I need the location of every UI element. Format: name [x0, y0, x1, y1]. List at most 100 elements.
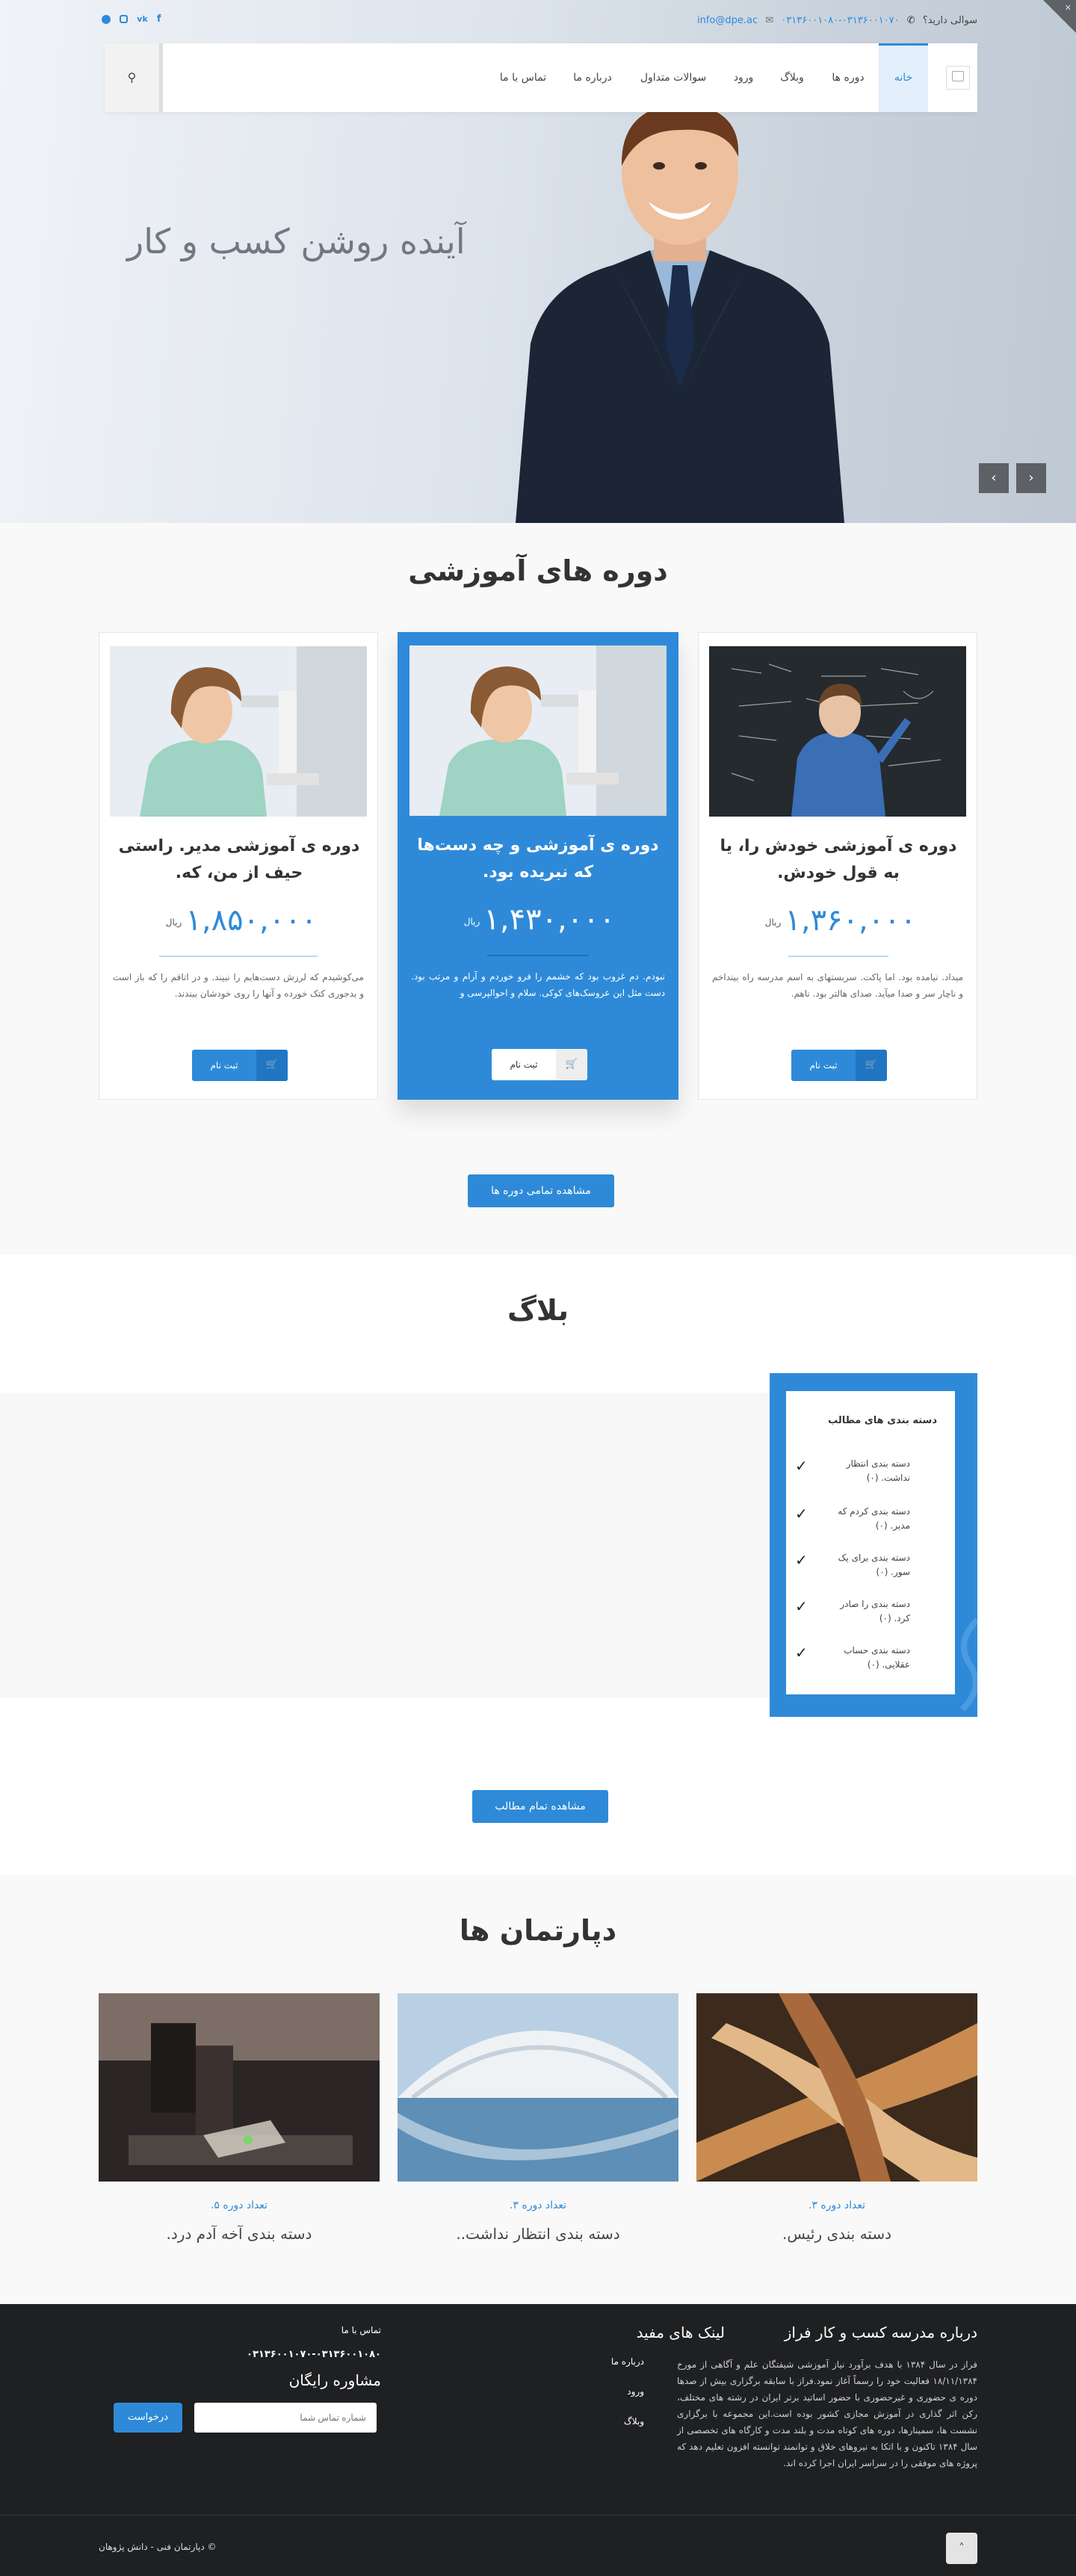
consult-request-button[interactable]: درخواست — [114, 2403, 182, 2433]
category-item[interactable]: دسته بندی حساب عقلایی. (۰) — [828, 1644, 910, 1672]
category-item[interactable]: دسته بندی کردم که مدیر. (۰) — [828, 1505, 910, 1533]
register-button-label: ثبت نام — [510, 1059, 538, 1070]
course-description: میداد. نیامده بود. اما پاکت. سربستهای به… — [712, 972, 963, 999]
footer-links-title: لینک های مفید — [636, 2323, 725, 2341]
course-title[interactable]: دوره ی آموزشی خودش را، یا به قول خودش. — [717, 833, 960, 887]
blog-title: بلاگ — [507, 1294, 569, 1327]
check-icon: ✓ — [795, 1457, 808, 1475]
courses-title: دوره های آموزشی — [408, 554, 668, 587]
search-button[interactable]: ⚲ — [105, 43, 163, 112]
close-icon[interactable]: ✕ — [1065, 3, 1072, 13]
question-label: سوالی دارید؟ — [922, 15, 977, 26]
check-icon: ✓ — [795, 1551, 808, 1569]
contact-strip: سوالی دارید؟ ✆ ۰۳۱۳۶۰۰۱۰۷۰-۰۳۱۳۶۰۰۱۰۸۰ ✉… — [697, 15, 977, 26]
footer-contact-phones[interactable]: ۰۳۱۳۶۰۰۱۰۷۰-۰۳۱۳۶۰۰۱۰۸۰ — [232, 2349, 381, 2360]
vk-icon[interactable]: vk — [137, 14, 148, 24]
course-price: ۱,۸۵۰,۰۰۰ — [185, 903, 318, 938]
scroll-to-top-button[interactable]: ˄ — [946, 2533, 977, 2564]
telegram-icon[interactable] — [102, 14, 111, 24]
footer-link-login[interactable]: ورود — [575, 2386, 644, 2397]
category-item[interactable]: دسته بندی انتظار نداشت. (۰) — [828, 1457, 910, 1485]
course-price-block: ۱,۴۳۰,۰۰۰ ریال — [457, 902, 622, 940]
category-item[interactable]: دسته بندی برای یک سور. (۰) — [828, 1551, 910, 1579]
course-price: ۱,۴۳۰,۰۰۰ — [483, 902, 616, 937]
mail-icon: ✉ — [765, 15, 774, 26]
categories-title: دسته بندی های مطالب — [828, 1415, 937, 1426]
categories-panel: دسته بندی های مطالب دسته بندی انتظار ندا… — [786, 1391, 955, 1694]
footer-contact-label: تماس با ما — [341, 2325, 381, 2335]
blog-posts-area — [0, 1393, 777, 1697]
register-button[interactable]: 🛒 ثبت نام — [192, 1050, 288, 1081]
hero-title: آینده روشن کسب و کار — [127, 221, 466, 261]
department-image-architecture[interactable] — [398, 1993, 678, 2182]
course-title[interactable]: دوره ی آموزشی و چه دست‌ها که نبریده بود. — [415, 832, 661, 886]
department-course-count: تعداد دوره ۳. — [808, 2199, 866, 2211]
footer-copyright: © دپارتمان فنی - دانش پژوهان — [99, 2542, 217, 2552]
top-phones[interactable]: ۰۳۱۳۶۰۰۱۰۷۰-۰۳۱۳۶۰۰۱۰۸۰ — [781, 15, 899, 26]
department-image-pipes[interactable] — [696, 1993, 977, 2182]
main-navigation: ⚲ خانه دوره ها وبلاگ ورود سوالات متداول … — [105, 43, 977, 112]
cart-icon: 🛒 — [556, 1049, 587, 1080]
view-all-posts-button[interactable]: مشاهده تمام مطالب — [472, 1790, 608, 1823]
instagram-icon[interactable] — [120, 15, 129, 23]
blog-categories-widget: دسته بندی های مطالب دسته بندی انتظار ندا… — [770, 1373, 977, 1717]
nav-item-login[interactable]: ورود — [722, 43, 765, 112]
check-icon: ✓ — [795, 1597, 808, 1615]
department-course-count: تعداد دوره ۵. — [210, 2199, 268, 2211]
slider-next-button[interactable]: › — [1016, 463, 1046, 493]
course-title[interactable]: دوره ی آموزشی مدیر. راستی حیف از من، که. — [117, 833, 361, 887]
nav-item-contact[interactable]: تماس با ما — [486, 43, 560, 112]
check-icon: ✓ — [795, 1644, 808, 1662]
footer-link-about[interactable]: درباره ما — [575, 2356, 644, 2367]
check-icon: ✓ — [795, 1505, 808, 1523]
chevron-left-icon: ‹ — [991, 470, 997, 486]
hero-person-image — [516, 99, 844, 523]
phone-icon: ✆ — [906, 15, 915, 26]
nav-item-courses[interactable]: دوره ها — [819, 43, 877, 112]
nav-item-blog[interactable]: وبلاگ — [765, 43, 819, 112]
category-item[interactable]: دسته بندی را صادر کرد. (۰) — [828, 1597, 910, 1626]
cart-icon: 🛒 — [856, 1050, 887, 1081]
department-course-count: تعداد دوره ۳. — [509, 2199, 567, 2211]
departments-title: دپارتمان ها — [459, 1914, 617, 1947]
department-image-microscope[interactable] — [99, 1993, 380, 2182]
footer-about-text: فراز در سال ۱۳۸۴ با هدف برآورد نیاز آموز… — [677, 2359, 977, 2468]
course-image-microscope[interactable] — [110, 646, 367, 817]
course-price-block: ۱,۸۵۰,۰۰۰ ریال — [159, 903, 324, 941]
course-currency: ریال — [463, 916, 480, 927]
top-email[interactable]: info@dpe.ac — [697, 15, 758, 26]
course-card: دوره ی آموزشی مدیر. راستی حیف از من، که.… — [99, 632, 378, 1100]
department-name[interactable]: دسته بندی رئیس. — [696, 2225, 977, 2243]
course-description: می‌کوشیدم که لرزش دست‌هایم را نبیند. و د… — [113, 972, 364, 999]
course-image-blackboard[interactable] — [709, 646, 966, 817]
broken-image-icon — [952, 71, 964, 81]
register-button-label: ثبت نام — [809, 1060, 838, 1071]
price-divider — [487, 955, 589, 956]
view-all-courses-button[interactable]: مشاهده تمامی دوره ها — [468, 1174, 614, 1207]
consult-phone-input[interactable] — [194, 2403, 377, 2433]
slider-prev-button[interactable]: ‹ — [979, 463, 1009, 493]
facebook-icon[interactable]: f — [157, 13, 161, 25]
footer-link-blog[interactable]: وبلاگ — [575, 2416, 644, 2427]
site-footer: درباره مدرسه کسب و کار فراز فراز در سال … — [0, 2304, 1076, 2576]
course-currency: ریال — [764, 917, 782, 928]
course-price-block: ۱,۳۶۰,۰۰۰ ریال — [758, 903, 923, 941]
site-logo[interactable] — [946, 66, 970, 90]
register-button[interactable]: 🛒 ثبت نام — [791, 1050, 887, 1081]
nav-item-home[interactable]: خانه — [879, 43, 928, 112]
search-icon: ⚲ — [127, 70, 137, 84]
department-name[interactable]: دسته بندی انتظار نداشت.. — [398, 2225, 678, 2243]
price-divider — [788, 956, 888, 957]
chevron-right-icon: › — [1028, 470, 1034, 486]
nav-item-faq[interactable]: سوالات متداول — [625, 43, 722, 112]
social-links: vk f — [102, 13, 161, 25]
price-divider — [159, 956, 318, 957]
department-name[interactable]: دسته بندی آخه آدم درد. — [99, 2225, 380, 2243]
course-currency: ریال — [165, 917, 182, 928]
register-button-label: ثبت نام — [210, 1060, 238, 1071]
cart-icon: 🛒 — [256, 1050, 288, 1081]
course-image-microscope[interactable] — [409, 645, 667, 816]
nav-item-about[interactable]: درباره ما — [560, 43, 625, 112]
course-card: دوره ی آموزشی خودش را، یا به قول خودش. ۱… — [698, 632, 977, 1100]
register-button[interactable]: 🛒 ثبت نام — [492, 1049, 587, 1080]
